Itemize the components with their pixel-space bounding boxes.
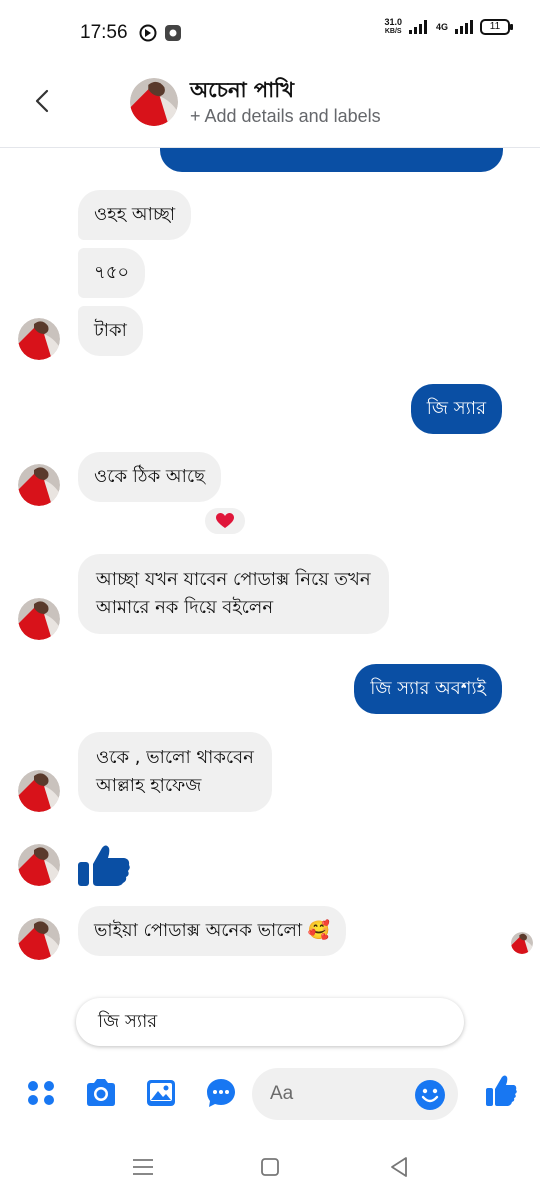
- back-arrow-icon[interactable]: [28, 86, 58, 116]
- chat-bubble-icon[interactable]: [204, 1076, 238, 1110]
- status-bar: 17:56 31.0 KB/S 4G 11: [0, 0, 540, 62]
- thumbs-up-sticker-icon[interactable]: [78, 844, 134, 888]
- outgoing-message[interactable]: জি স্যার: [410, 384, 502, 434]
- network-speed-unit: KB/S: [384, 28, 402, 35]
- message-line: আল্লাহ হাফেজ: [96, 775, 202, 796]
- signal-4g-icon: [455, 20, 473, 34]
- message-line: আচ্ছা যখন যাবেন পোডাক্স নিয়ে তখন: [96, 569, 371, 590]
- network-type: 4G: [435, 22, 448, 32]
- add-details-link[interactable]: + Add details and labels: [190, 106, 381, 127]
- message-line: ওকে , ভালো থাকবেন: [96, 747, 254, 768]
- emoji-icon[interactable]: [414, 1079, 446, 1111]
- conversation-header: অচেনা পাখি + Add details and labels: [0, 62, 540, 148]
- contact-avatar[interactable]: [130, 78, 178, 126]
- message-list[interactable]: ওহহ আচ্ছা ৭৫০ টাকা জি স্যার ওকে ঠিক আছে …: [0, 128, 540, 1048]
- back-icon[interactable]: [386, 1154, 412, 1180]
- sender-avatar[interactable]: [18, 770, 60, 812]
- outgoing-message[interactable]: জি স্যার অবশ্যই: [354, 664, 502, 714]
- incoming-message[interactable]: ভাইয়া পোডাক্স অনেক ভালো 🥰: [78, 906, 347, 956]
- sender-avatar[interactable]: [18, 598, 60, 640]
- message-composer: [0, 1060, 540, 1132]
- signal-icon: [408, 20, 427, 34]
- home-icon[interactable]: [257, 1154, 283, 1180]
- data-saver-icon: [139, 24, 157, 42]
- sender-avatar[interactable]: [18, 318, 60, 360]
- sender-avatar[interactable]: [18, 464, 60, 506]
- apps-icon[interactable]: [24, 1076, 58, 1110]
- like-icon[interactable]: [484, 1074, 518, 1108]
- system-navigation-bar: [0, 1140, 540, 1200]
- sender-avatar[interactable]: [18, 844, 60, 886]
- menu-icon[interactable]: [130, 1154, 156, 1180]
- incoming-message[interactable]: ওহহ আচ্ছা: [78, 190, 192, 240]
- status-right: 31.0 KB/S 4G 11: [384, 18, 513, 36]
- suggested-reply[interactable]: জি স্যার: [76, 998, 464, 1046]
- network-speed: 31.0 KB/S: [384, 18, 402, 36]
- message-text: ভাইয়া পোডাক্স অনেক ভালো: [94, 920, 303, 941]
- incoming-message[interactable]: ওকে , ভালো থাকবেন আল্লাহ হাফেজ: [78, 732, 272, 812]
- contact-name[interactable]: অচেনা পাখি: [190, 74, 294, 109]
- battery-indicator: 11: [480, 19, 513, 35]
- incoming-message[interactable]: ৭৫০: [78, 248, 146, 298]
- sender-avatar[interactable]: [18, 918, 60, 960]
- gallery-icon[interactable]: [144, 1076, 178, 1110]
- message-line: আমারে নক দিয়ে বইলেন: [96, 597, 274, 618]
- message-reaction[interactable]: [203, 506, 247, 536]
- app-notification-icon: [165, 25, 181, 41]
- incoming-message[interactable]: ওকে ঠিক আছে: [78, 452, 222, 502]
- camera-icon[interactable]: [84, 1076, 118, 1110]
- heart-icon: [216, 513, 234, 528]
- status-time: 17:56: [80, 22, 128, 43]
- seen-indicator-avatar: [511, 932, 533, 954]
- incoming-message[interactable]: আচ্ছা যখন যাবেন পোডাক্স নিয়ে তখন আমারে …: [78, 554, 389, 634]
- incoming-message[interactable]: টাকা: [78, 306, 143, 356]
- smiling-face-hearts-emoji: 🥰: [307, 920, 331, 941]
- network-speed-value: 31.0: [384, 17, 402, 27]
